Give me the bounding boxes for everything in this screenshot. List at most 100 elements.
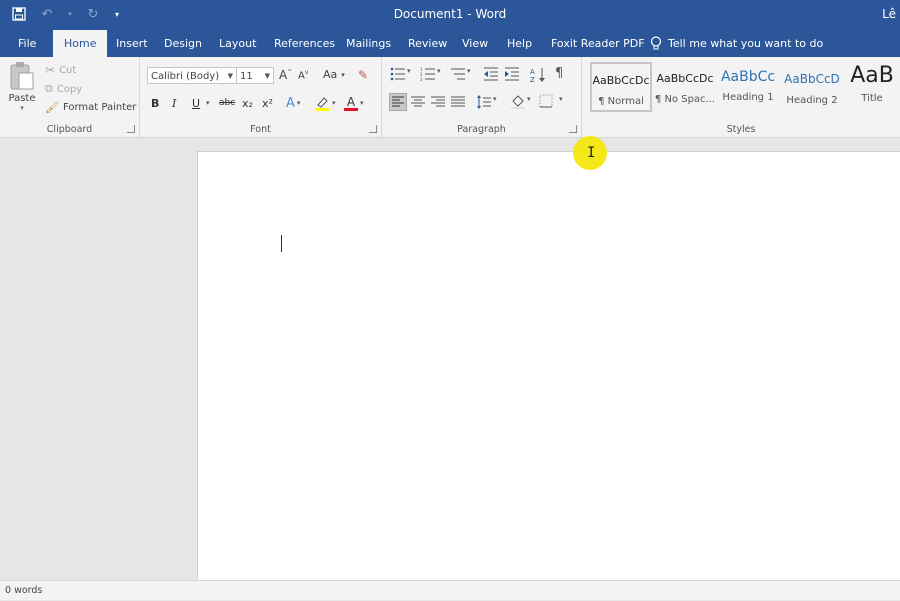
sort-button[interactable]: AZ [530,67,546,84]
title-bar: ↶ ▾ ↻ ▾ Document1 - Word Lê [0,0,900,30]
tab-home[interactable]: Home [53,30,108,57]
align-right-button[interactable] [430,94,446,110]
lightbulb-icon [650,36,662,50]
tell-me-search[interactable]: Tell me what you want to do [650,30,823,57]
change-case-button[interactable]: Aa ▾ [323,68,345,81]
text-effects-icon: A [286,95,295,111]
shrink-font-button[interactable]: Av [298,69,308,81]
bullets-button[interactable] [390,67,406,83]
paste-dropdown-icon[interactable]: ▾ [20,104,24,112]
style-normal[interactable]: AaBbCcDc ¶ Normal [590,62,652,112]
text-effects-button[interactable]: A ▾ [286,95,300,111]
line-spacing-button[interactable] [476,94,492,110]
format-painter-button[interactable]: 🖌 Format Painter [45,101,136,114]
tab-references[interactable]: References [266,30,343,57]
style-title[interactable]: AaB Title [844,62,900,112]
clipboard-group-label: Clipboard [46,124,93,135]
numbering-button[interactable]: 123 [420,67,436,83]
tab-view[interactable]: View [454,30,496,57]
chevron-down-icon: ▾ [332,99,336,107]
underline-button[interactable]: U [192,95,200,111]
chevron-down-icon: ▾ [360,99,364,107]
numbering-icon: 123 [420,67,435,82]
borders-icon [539,94,553,108]
style-sample: AaBbCc [720,69,776,85]
ibeam-cursor-icon: I [587,145,596,161]
bold-button[interactable]: B [151,95,159,111]
font-family-value: Calibri (Body) [151,71,220,82]
increase-indent-icon [505,67,519,81]
chevron-down-icon: ▼ [227,72,233,80]
style-sample: AaBbCcD [784,72,840,86]
sort-icon: AZ [530,68,545,84]
paste-button[interactable]: Paste ▾ [8,61,36,112]
paste-icon [10,62,34,90]
style-name: Heading 2 [786,95,838,106]
borders-dropdown-icon[interactable]: ▾ [559,95,575,111]
document-title: Document1 - Word [393,7,507,21]
clear-formatting-button[interactable]: ✎ [358,68,368,82]
tab-insert[interactable]: Insert [108,30,156,57]
style-no-spacing[interactable]: AaBbCcDc ¶ No Spac... [654,62,716,112]
tab-file[interactable]: File [10,30,44,57]
superscript-button[interactable]: x² [262,95,273,111]
justify-button[interactable] [450,94,466,110]
bullets-icon [390,67,405,81]
scissors-icon: ✂ [45,63,56,77]
font-color-button[interactable]: A ▾ [344,95,364,111]
copy-button[interactable]: ⧉ Copy [45,82,82,96]
align-center-button[interactable] [410,94,426,110]
decrease-indent-button[interactable] [483,67,499,83]
strikethrough-button[interactable]: abc [219,95,235,111]
user-initials[interactable]: Lê [882,7,896,21]
multilevel-list-button[interactable] [450,67,466,83]
style-name: ¶ No Spac... [654,94,716,105]
increase-indent-button[interactable] [504,67,520,83]
font-family-combo[interactable]: Calibri (Body) ▼ [147,67,237,84]
justify-icon [451,96,465,107]
change-case-label: Aa [323,68,338,81]
tab-layout[interactable]: Layout [211,30,264,57]
style-heading-2[interactable]: AaBbCcD Heading 2 [781,62,843,112]
clipboard-launcher-icon[interactable] [127,125,135,133]
font-size-combo[interactable]: 11 ▼ [236,67,274,84]
italic-button[interactable]: I [172,95,176,111]
line-spacing-icon [477,95,491,109]
highlighter-icon [315,97,329,111]
font-launcher-icon[interactable] [369,125,377,133]
tab-mailings[interactable]: Mailings [338,30,399,57]
shading-button[interactable] [510,93,526,109]
tab-foxit-reader-pdf[interactable]: Foxit Reader PDF [543,30,653,57]
paragraph-launcher-icon[interactable] [569,125,577,133]
grow-font-button[interactable]: A^ [279,68,292,82]
line-spacing-dropdown-icon[interactable]: ▾ [493,95,509,111]
word-count[interactable]: 0 words [5,585,42,596]
font-group: Calibri (Body) ▼ 11 ▼ A^ Av Aa ▾ ✎ B I U… [140,57,382,137]
paste-label: Paste [8,93,36,104]
document-workspace[interactable] [0,138,900,581]
chevron-down-icon: ▾ [296,99,301,107]
copy-label: Copy [56,83,83,95]
underline-dropdown-icon[interactable]: ▾ [206,95,210,111]
font-color-swatch [344,107,358,111]
highlight-color-button[interactable]: ▾ [314,95,336,111]
font-color-letter: A [346,94,356,109]
subscript-button[interactable]: x₂ [242,95,253,111]
tab-design[interactable]: Design [156,30,210,57]
align-center-icon [411,96,425,107]
tell-me-label: Tell me what you want to do [668,37,824,50]
multilevel-dropdown-icon[interactable]: ▾ [467,67,483,83]
tab-help[interactable]: Help [499,30,540,57]
style-heading-1[interactable]: AaBbCc Heading 1 [717,62,779,112]
cut-button[interactable]: ✂ Cut [45,63,76,77]
paragraph-group: ▾ 123 ▾ ▾ AZ ¶ ▾ ▾ ▾ Paragraph [382,57,582,137]
paint-bucket-icon [511,95,525,109]
align-left-button[interactable] [389,93,407,111]
borders-button[interactable] [539,94,555,110]
show-marks-button[interactable]: ¶ [555,66,571,82]
grow-font-icon: A^ [279,68,293,82]
document-page[interactable] [197,151,900,581]
tab-review[interactable]: Review [400,30,455,57]
multilevel-list-icon [451,68,465,80]
clear-formatting-icon: ✎ [358,68,369,82]
